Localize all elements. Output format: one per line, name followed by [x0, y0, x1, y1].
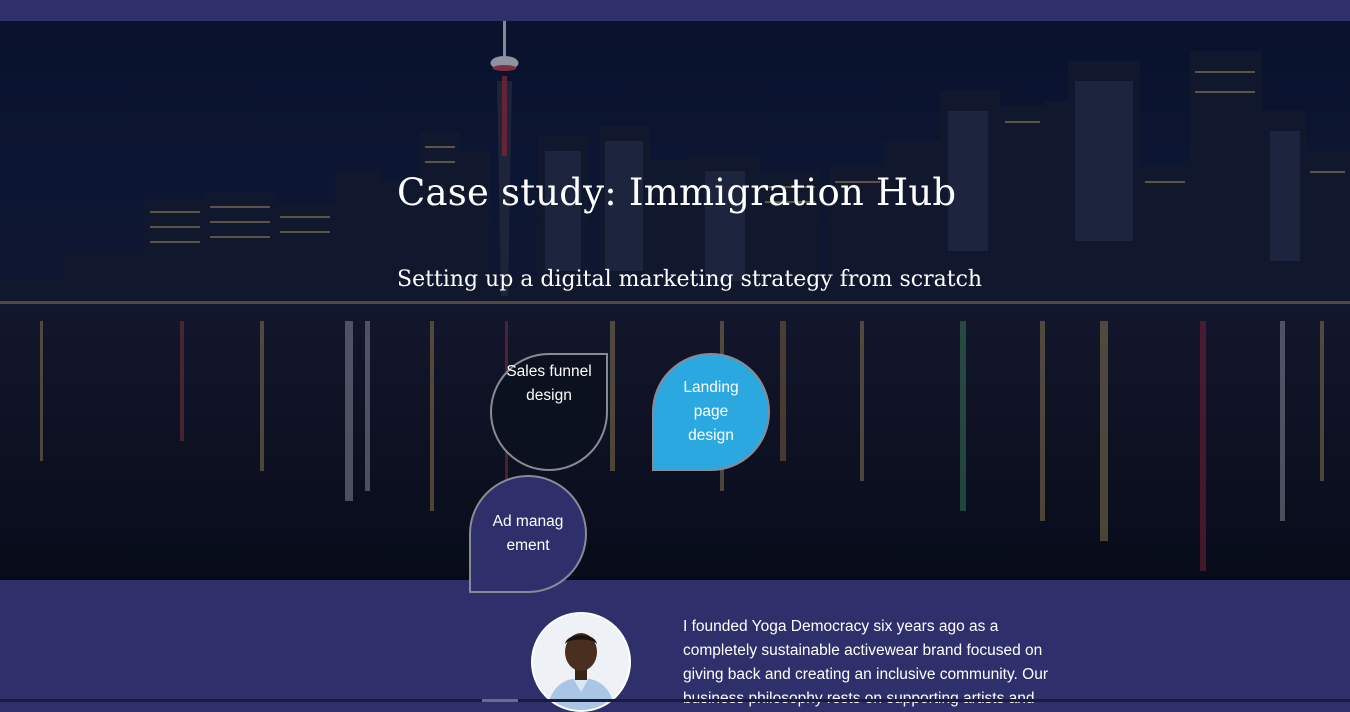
page-title: Case study: Immigration Hub: [397, 171, 957, 214]
page-subtitle: Setting up a digital marketing strategy …: [397, 267, 983, 292]
top-bar: [0, 0, 1350, 21]
testimonial-text: I founded Yoga Democracy six years ago a…: [683, 618, 1048, 707]
city-skyline-background: [0, 21, 1350, 580]
avatar: [531, 612, 631, 712]
service-label: Landing page design: [683, 379, 739, 444]
hero-section: Case study: Immigration Hub Setting up a…: [0, 21, 1350, 580]
service-bubble-sales-funnel[interactable]: Sales funnel design: [490, 353, 608, 471]
service-label: Sales funnel design: [506, 363, 592, 404]
service-bubble-landing-page[interactable]: Landing page design: [652, 353, 770, 471]
person-photo-icon: [533, 614, 629, 710]
service-bubble-ad-management[interactable]: Ad management: [469, 475, 587, 593]
service-label: Ad management: [492, 513, 564, 554]
